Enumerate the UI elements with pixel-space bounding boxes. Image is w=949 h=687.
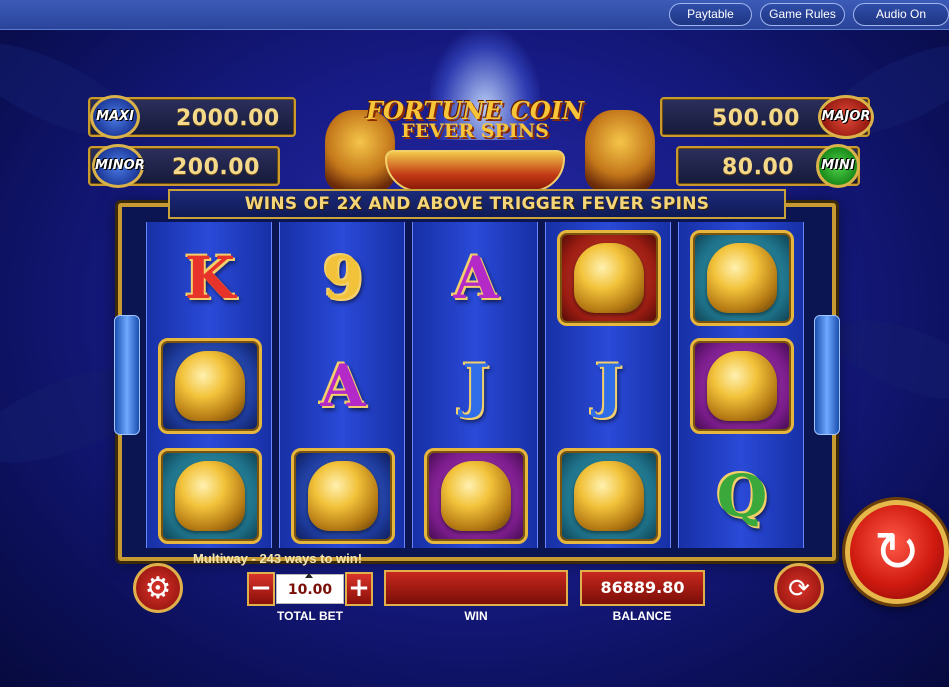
fish-icon	[441, 461, 511, 531]
jackpot-maxi-badge: MAXI	[90, 95, 140, 139]
spin-button[interactable]: ↻	[845, 500, 949, 604]
reel-5: Q	[678, 222, 804, 548]
settings-button[interactable]: ⚙	[133, 563, 183, 613]
game-logo-subtitle: FEVER SPINS	[401, 120, 549, 142]
symbol-vase	[690, 230, 794, 326]
symbol-a: A	[291, 338, 395, 434]
top-bar: Paytable Game Rules Audio On	[0, 0, 949, 30]
bet-increase-button[interactable]: +	[345, 572, 373, 606]
symbol-9: 9	[291, 230, 395, 326]
jackpot-minor-badge: MINOR	[92, 144, 145, 188]
symbol-bell	[158, 338, 262, 434]
pillar-left-decor	[114, 315, 140, 435]
reel-2: 9A	[279, 222, 405, 548]
symbol-vase	[158, 448, 262, 544]
jackpot-minor-value: 200.00	[172, 155, 260, 180]
vase-icon	[574, 461, 644, 531]
paytable-button[interactable]: Paytable	[669, 3, 752, 26]
total-bet-label: TOTAL BET	[277, 609, 343, 623]
fever-spins-banner: WINS OF 2X AND ABOVE TRIGGER FEVER SPINS	[168, 189, 786, 219]
audio-toggle-button[interactable]: Audio On	[853, 3, 949, 26]
balance-field: 86889.80	[580, 570, 705, 606]
vase-icon	[175, 461, 245, 531]
symbol-letter: J	[462, 352, 490, 420]
symbol-j: J	[424, 338, 528, 434]
reel-1: K	[146, 222, 272, 548]
symbol-letter: K	[184, 244, 236, 312]
symbol-fish	[424, 448, 528, 544]
spin-icon: ↻	[873, 520, 921, 583]
game-rules-button[interactable]: Game Rules	[760, 3, 845, 26]
jackpot-major-badge: MAJOR	[818, 95, 874, 139]
symbol-letter: A	[453, 244, 499, 312]
lion-icon	[574, 243, 644, 313]
autoplay-button[interactable]: ⟳	[774, 563, 824, 613]
symbol-fish	[690, 338, 794, 434]
reel-4: J	[545, 222, 671, 548]
jackpot-mini-badge: MINI	[816, 144, 860, 188]
symbol-letter: J	[595, 352, 623, 420]
jackpot-mini-value: 80.00	[722, 155, 795, 180]
bamboo-leaf-decor	[824, 304, 949, 416]
symbol-vase	[557, 448, 661, 544]
symbol-bell	[291, 448, 395, 544]
symbol-lion	[557, 230, 661, 326]
bet-caret-icon	[305, 573, 313, 578]
bell-icon	[308, 461, 378, 531]
balance-label: BALANCE	[612, 609, 672, 623]
win-label: WIN	[464, 609, 488, 623]
dragon-right-decor	[585, 110, 655, 190]
vase-icon	[707, 243, 777, 313]
multiway-info: Multiway - 243 ways to win!	[193, 551, 363, 566]
fish-icon	[707, 351, 777, 421]
symbol-a: A	[424, 230, 528, 326]
treasure-bowl-decor	[385, 150, 565, 192]
reel-3: AJ	[412, 222, 538, 548]
symbol-letter: A	[320, 352, 366, 420]
symbol-k: K	[158, 230, 262, 326]
bet-decrease-button[interactable]: −	[247, 572, 275, 606]
symbol-letter: Q	[716, 462, 768, 530]
jackpot-maxi-value: 2000.00	[176, 106, 280, 131]
total-bet-field[interactable]: 10.00	[276, 574, 344, 604]
bell-icon	[175, 351, 245, 421]
win-field	[384, 570, 568, 606]
jackpot-major-value: 500.00	[712, 106, 800, 131]
pillar-right-decor	[814, 315, 840, 435]
gear-icon: ⚙	[144, 571, 172, 605]
autoplay-icon: ⟳	[788, 572, 810, 603]
symbol-j: J	[557, 338, 661, 434]
symbol-letter: 9	[322, 244, 364, 312]
symbol-q: Q	[690, 448, 794, 544]
